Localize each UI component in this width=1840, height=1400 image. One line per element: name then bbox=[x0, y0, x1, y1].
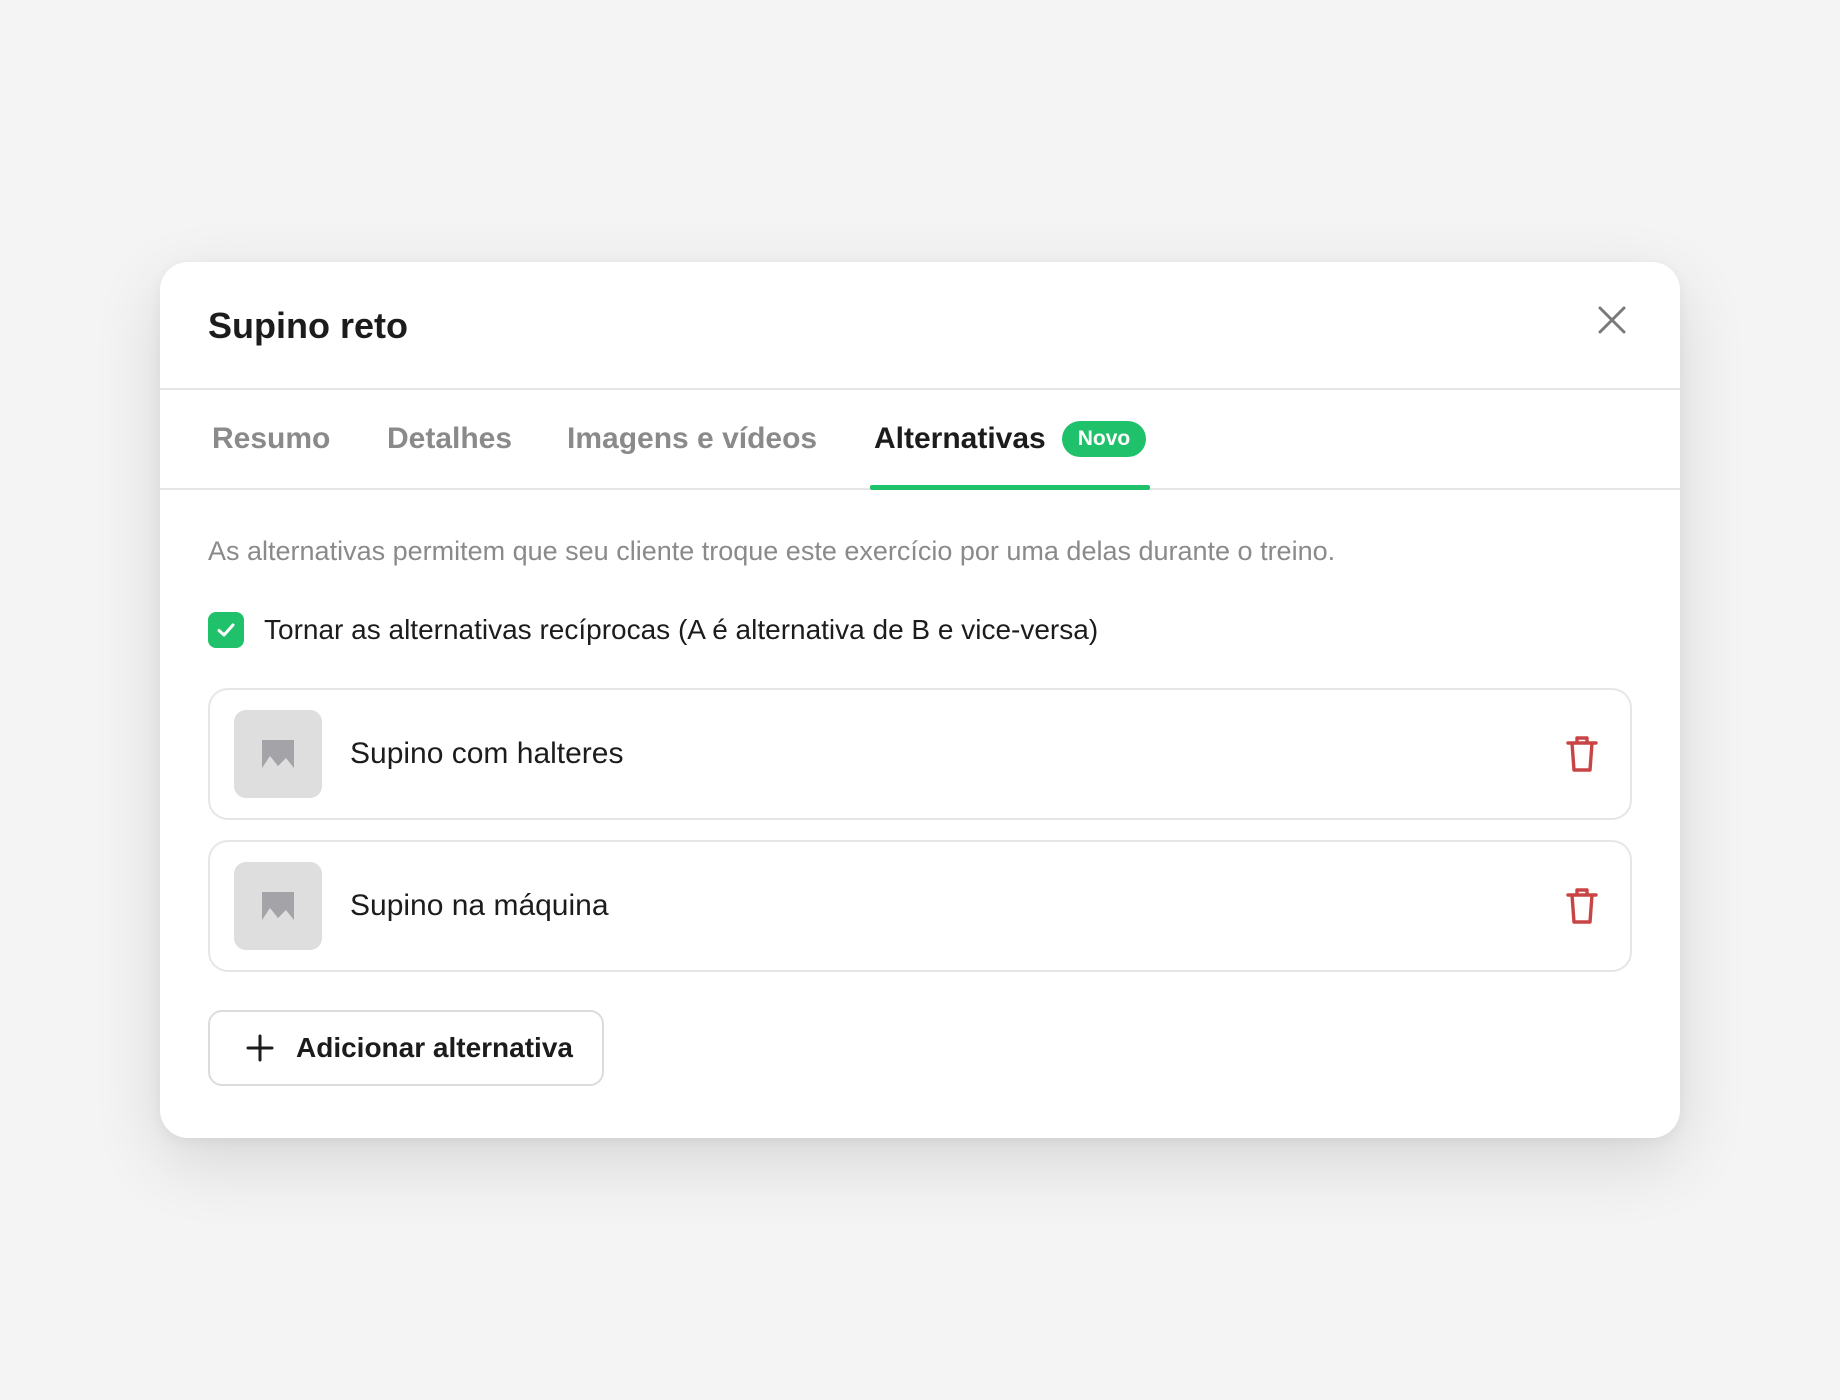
reciprocal-checkbox[interactable] bbox=[208, 612, 244, 648]
tab-label: Detalhes bbox=[387, 422, 513, 455]
plus-icon bbox=[246, 1034, 274, 1062]
image-placeholder-icon bbox=[262, 740, 294, 768]
exercise-modal: Supino reto Resumo Detalhes Imagens e ví… bbox=[160, 262, 1680, 1138]
trash-icon bbox=[1566, 888, 1598, 924]
tab-detalhes[interactable]: Detalhes bbox=[387, 390, 512, 488]
tab-resumo[interactable]: Resumo bbox=[212, 390, 330, 488]
tab-label: Alternativas bbox=[874, 422, 1046, 455]
panel-description: As alternativas permitem que seu cliente… bbox=[208, 536, 1336, 566]
delete-alternative-button[interactable] bbox=[1562, 732, 1602, 776]
alternative-item: Supino com halteres bbox=[208, 688, 1632, 820]
modal-title: Supino reto bbox=[208, 305, 408, 346]
alternative-item: Supino na máquina bbox=[208, 840, 1632, 972]
alternative-thumbnail bbox=[234, 710, 322, 798]
close-icon bbox=[1598, 306, 1626, 334]
alternative-name: Supino com halteres bbox=[350, 737, 624, 770]
alternative-name: Supino na máquina bbox=[350, 889, 609, 922]
tab-label: Imagens e vídeos bbox=[567, 422, 818, 455]
add-alternative-button[interactable]: Adicionar alternativa bbox=[208, 1010, 604, 1086]
close-button[interactable] bbox=[1592, 300, 1632, 340]
delete-alternative-button[interactable] bbox=[1562, 884, 1602, 928]
new-badge: Novo bbox=[1061, 421, 1147, 457]
tab-label: Resumo bbox=[212, 422, 331, 455]
check-icon bbox=[217, 623, 235, 637]
image-placeholder-icon bbox=[262, 892, 294, 920]
trash-icon bbox=[1566, 736, 1598, 772]
add-alternative-label: Adicionar alternativa bbox=[296, 1032, 573, 1063]
modal-header: Supino reto bbox=[160, 262, 1680, 390]
tab-alternativas[interactable]: Alternativas Novo bbox=[869, 390, 1151, 490]
alternative-thumbnail bbox=[234, 862, 322, 950]
tab-imagens-e-videos[interactable]: Imagens e vídeos bbox=[567, 390, 817, 488]
reciprocal-checkbox-label: Tornar as alternativas recíprocas (A é a… bbox=[264, 614, 1099, 645]
tab-bar: Resumo Detalhes Imagens e vídeos Alterna… bbox=[160, 390, 1680, 490]
reciprocal-option: Tornar as alternativas recíprocas (A é a… bbox=[208, 612, 1098, 648]
